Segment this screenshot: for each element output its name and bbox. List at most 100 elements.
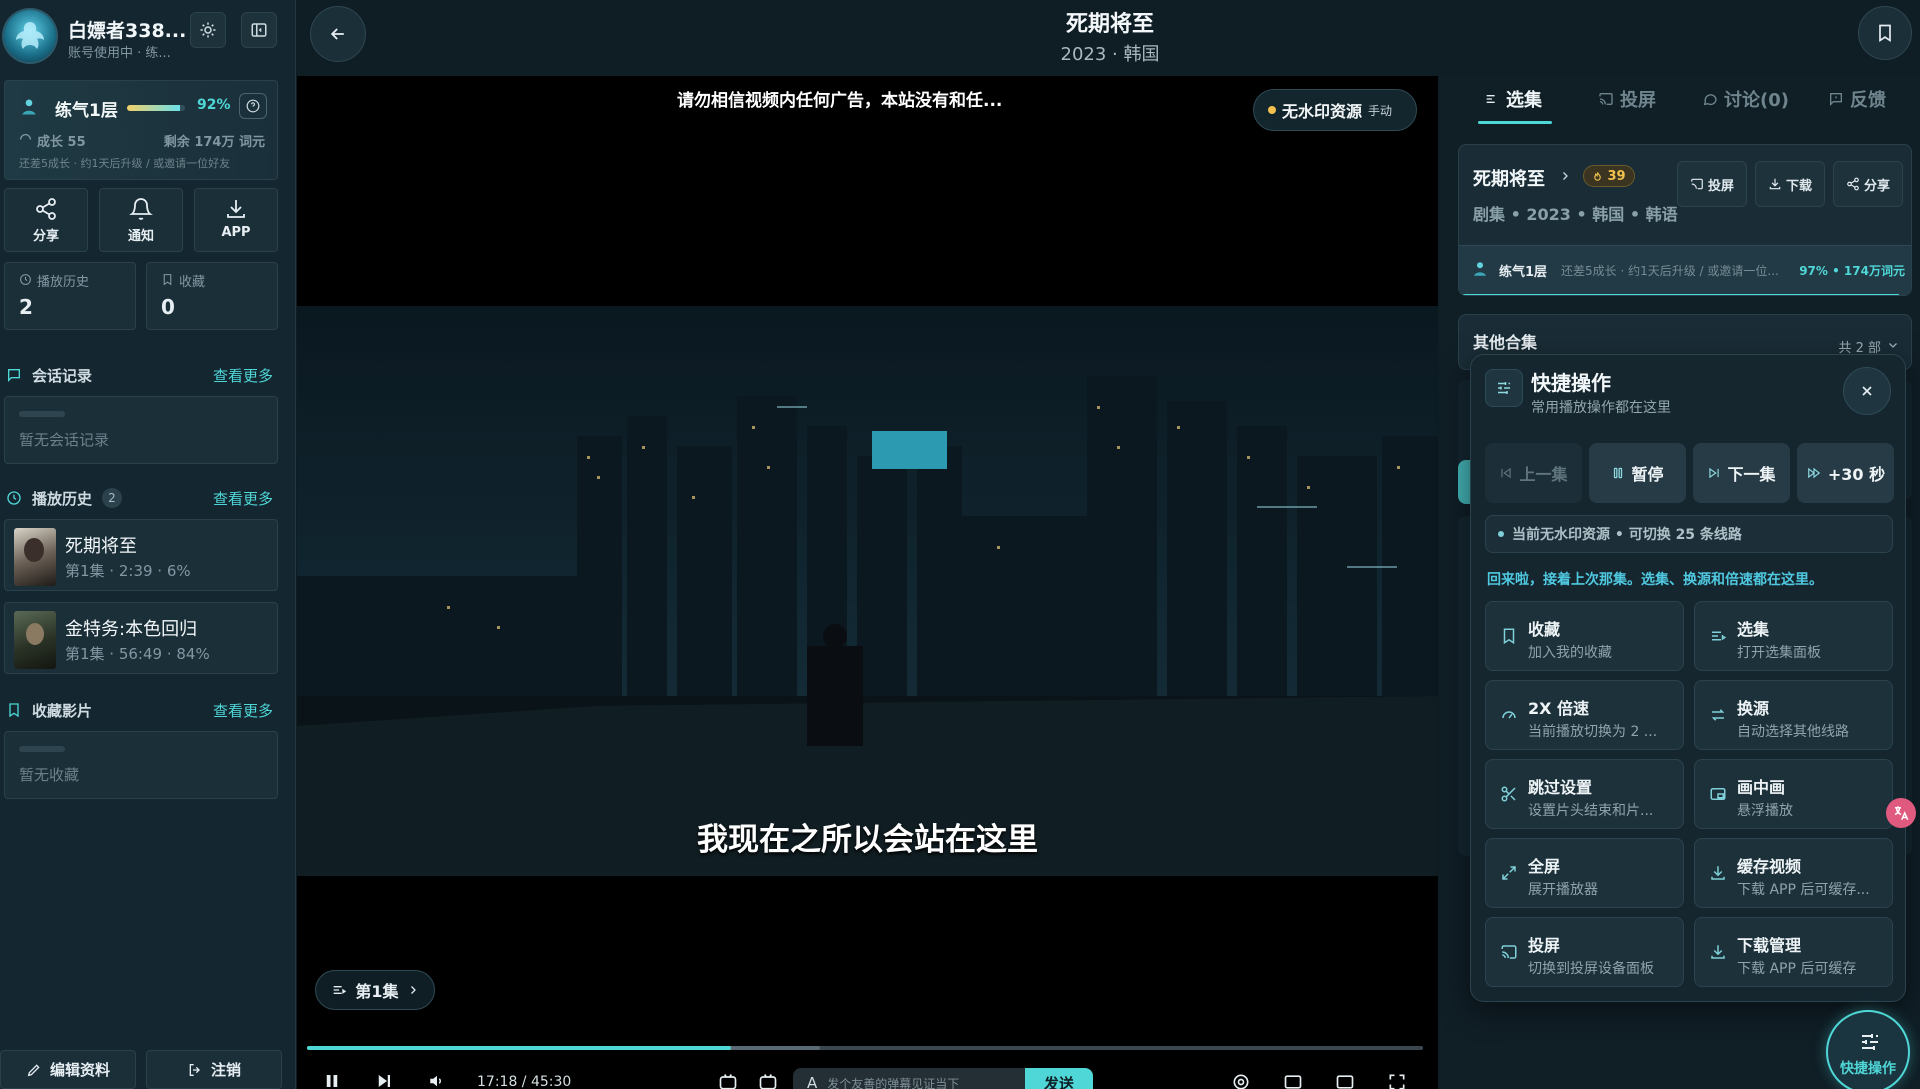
- bell-icon: [129, 198, 153, 220]
- heat-value: 39: [1607, 168, 1626, 184]
- source-status-dot: [1498, 531, 1504, 537]
- cultivator-icon: [22, 99, 36, 115]
- theme-toggle-button[interactable]: [190, 12, 226, 48]
- tile-desc: 打开选集面板: [1737, 645, 1821, 661]
- pause-button[interactable]: 暂停: [1589, 443, 1686, 503]
- fullscreen-icon[interactable]: [1387, 1072, 1407, 1089]
- app-download-button[interactable]: APP: [194, 188, 278, 252]
- history-item-1[interactable]: 死期将至 第1集 · 2:39 · 6%: [4, 519, 278, 591]
- episodes-action-tile[interactable]: 选集 打开选集面板: [1694, 601, 1893, 671]
- skip-settings-action-tile[interactable]: 跳过设置 设置片头结束和片...: [1485, 759, 1684, 829]
- notification-button[interactable]: 通知: [99, 188, 183, 252]
- sliders-icon: [1498, 382, 1510, 394]
- quick-actions-fab[interactable]: 快捷操作: [1826, 1010, 1910, 1089]
- settings-icon[interactable]: [1231, 1072, 1251, 1089]
- tile-title: 选集: [1737, 620, 1770, 639]
- previous-episode-button[interactable]: 上一集: [1485, 443, 1582, 503]
- source-status-dot: [1268, 106, 1276, 114]
- collapse-sidebar-button[interactable]: [241, 12, 277, 48]
- show-title[interactable]: 死期将至: [1473, 165, 1545, 191]
- tab-cast[interactable]: 投屏: [1598, 86, 1656, 112]
- favorites-stat-card[interactable]: 收藏 0: [146, 262, 278, 330]
- tile-title: 跳过设置: [1528, 778, 1593, 797]
- tile-desc: 加入我的收藏: [1528, 645, 1612, 661]
- history-more-link[interactable]: 查看更多: [213, 488, 273, 509]
- history-section-title: 播放历史: [32, 490, 93, 508]
- cache-video-action-tile[interactable]: 缓存视频 下载 APP 后可缓存...: [1694, 838, 1893, 908]
- share-label: 分享: [32, 229, 59, 244]
- episode-chip[interactable]: 第1集: [315, 970, 435, 1010]
- pip-action-tile[interactable]: 画中画 悬浮播放: [1694, 759, 1893, 829]
- sidebar: 白嫖者338... 账号使用中 · 练... 练气1层 92% 成长 55 剩余…: [0, 0, 296, 1089]
- tab-feedback[interactable]: 反馈: [1828, 86, 1886, 112]
- tab-discussion[interactable]: 讨论(0): [1702, 86, 1789, 112]
- translate-float-button[interactable]: [1886, 798, 1916, 828]
- history-stat-card[interactable]: 播放历史 2: [4, 262, 136, 330]
- level-progress-bar: [127, 105, 185, 111]
- quick-actions-fab-label: 快捷操作: [1840, 1061, 1896, 1077]
- next-icon[interactable]: [375, 1072, 393, 1089]
- source-badge-label: 无水印资源: [1282, 102, 1363, 121]
- volume-icon[interactable]: [427, 1072, 447, 1089]
- share-icon: [36, 198, 56, 220]
- list-icon: [334, 986, 347, 994]
- download-button[interactable]: 下载: [1755, 161, 1825, 207]
- bookmark-icon: [1879, 24, 1891, 43]
- share-button[interactable]: 分享: [4, 188, 88, 252]
- cast-button[interactable]: 投屏: [1677, 161, 1747, 207]
- avatar[interactable]: [4, 10, 56, 62]
- level-name: 练气1层: [1499, 265, 1548, 280]
- pause-icon[interactable]: [323, 1072, 341, 1089]
- source-badge[interactable]: 无水印资源 手动: [1253, 89, 1417, 131]
- pip-icon: [1710, 788, 1726, 800]
- chat-more-link[interactable]: 查看更多: [213, 365, 273, 386]
- bookmark-button[interactable]: [1858, 6, 1912, 60]
- sidebar-collapse-icon: [251, 23, 267, 37]
- sun-icon: [200, 22, 216, 38]
- heat-badge: 39: [1583, 165, 1635, 187]
- page-subtitle: 2023 · 韩国: [1060, 44, 1160, 65]
- switch-source-action-tile[interactable]: 换源 自动选择其他线路: [1694, 680, 1893, 750]
- favorites-more-link[interactable]: 查看更多: [213, 700, 273, 721]
- playback-time: 17:18 / 45:30: [477, 1074, 572, 1089]
- tile-desc: 下载 APP 后可缓存: [1737, 961, 1857, 977]
- back-button[interactable]: [310, 6, 366, 62]
- previous-episode-label: 上一集: [1519, 465, 1568, 484]
- scissors-icon: [1501, 786, 1516, 802]
- playback-progress-bar[interactable]: [307, 1046, 1423, 1050]
- favorites-stat-value: 0: [161, 295, 175, 319]
- wide-screen-icon[interactable]: [1335, 1072, 1355, 1089]
- cast-action-tile[interactable]: 投屏 切换到投屏设备面板: [1485, 917, 1684, 987]
- tile-desc: 悬浮播放: [1737, 803, 1793, 819]
- bookmark-icon: [1503, 628, 1515, 645]
- video-player[interactable]: 请勿相信视频内任何广告，本站没有和任... 无水印资源 手动 我现在之所以会站在…: [297, 76, 1438, 1089]
- tab-feedback-label: 反馈: [1850, 90, 1886, 111]
- history-item-2[interactable]: 金特务:本色回归 第1集 · 56:49 · 84%: [4, 602, 278, 674]
- fullscreen-action-tile[interactable]: 全屏 展开播放器: [1485, 838, 1684, 908]
- pip-icon[interactable]: [1283, 1072, 1303, 1089]
- close-quick-actions-button[interactable]: [1843, 367, 1891, 415]
- forward-30-button[interactable]: +30 秒: [1797, 443, 1894, 503]
- growth-icon: [19, 134, 32, 140]
- edit-profile-button[interactable]: 编辑资料: [0, 1050, 136, 1089]
- next-episode-button[interactable]: 下一集: [1693, 443, 1790, 503]
- speed-action-tile[interactable]: 2X 倍速 当前播放切换为 2 ...: [1485, 680, 1684, 750]
- danmaku-send-button[interactable]: 发送: [1025, 1068, 1093, 1089]
- chevron-right-icon: [410, 986, 416, 994]
- danmaku-toggle-icon[interactable]: [717, 1072, 739, 1089]
- growth-value: 成长 55: [37, 135, 86, 150]
- favorite-action-tile[interactable]: 收藏 加入我的收藏: [1485, 601, 1684, 671]
- danmaku-settings-icon[interactable]: [757, 1072, 779, 1089]
- quick-actions-header-icon: [1485, 369, 1523, 407]
- danmaku-input[interactable]: A 发个友善的弹幕见证当下 发送: [793, 1068, 1093, 1089]
- chat-bubble-icon: [1703, 94, 1717, 106]
- skip-forward-icon: [1709, 467, 1720, 479]
- logout-button[interactable]: 注销: [146, 1050, 282, 1089]
- tab-episodes[interactable]: 选集: [1484, 86, 1542, 112]
- help-button[interactable]: [239, 93, 267, 119]
- share-icon: [1847, 177, 1859, 191]
- next-episode-label: 下一集: [1727, 465, 1776, 484]
- download-manager-action-tile[interactable]: 下载管理 下载 APP 后可缓存: [1694, 917, 1893, 987]
- share-button[interactable]: 分享: [1833, 161, 1903, 207]
- list-icon: [1712, 631, 1727, 641]
